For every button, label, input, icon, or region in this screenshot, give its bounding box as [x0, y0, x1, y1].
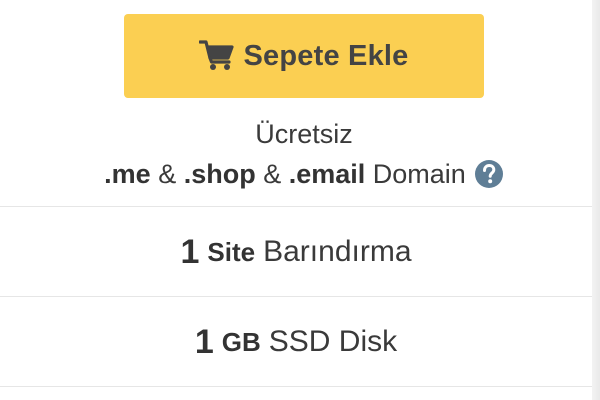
domain-ext-me: .me — [104, 159, 151, 189]
domain-extensions-line: .me & .shop & .email Domain — [0, 154, 600, 194]
shopping-cart-icon — [199, 39, 235, 71]
feature-unit: Site — [207, 236, 256, 267]
feature-number: 1 — [194, 322, 214, 361]
feature-label: Barındırma — [263, 235, 412, 268]
question-circle-icon[interactable] — [474, 159, 504, 189]
pricing-panel: Sepete Ekle Ücretsiz .me & .shop & .emai… — [0, 0, 592, 400]
domain-ext-email: .email — [288, 159, 366, 189]
domain-suffix: Domain — [365, 159, 466, 189]
separator: & — [255, 159, 289, 189]
separator: & — [150, 159, 184, 189]
feature-site-hosting: 1 Site Barındırma — [0, 207, 592, 297]
feature-label: SSD Disk — [268, 325, 398, 358]
feature-unit: GB — [221, 326, 261, 357]
add-to-cart-label: Sepete Ekle — [243, 39, 409, 72]
free-domain-offer: Ücretsiz .me & .shop & .email Domain — [0, 114, 600, 194]
scroll-edge — [592, 0, 600, 400]
feature-number: 1 — [180, 232, 200, 271]
domain-ext-shop: .shop — [183, 159, 256, 189]
divider — [0, 386, 592, 387]
free-label: Ücretsiz — [255, 119, 353, 149]
add-to-cart-button[interactable]: Sepete Ekle — [124, 14, 484, 98]
feature-ssd-disk: 1 GB SSD Disk — [0, 297, 592, 387]
